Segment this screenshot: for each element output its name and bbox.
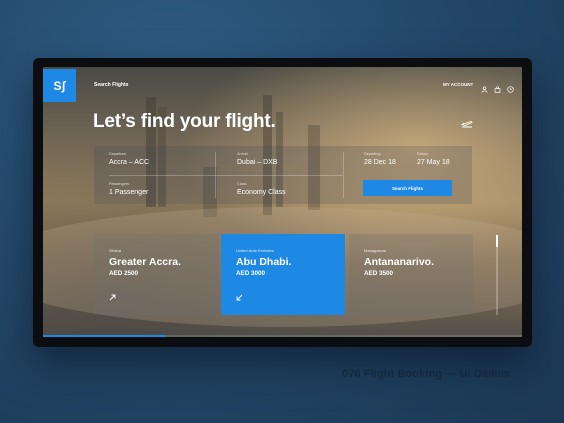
destination-card-accra[interactable]: Ghana Greater Accra. AED 2500	[94, 234, 219, 315]
departure-field[interactable]: Departure Accra – ACC	[109, 152, 149, 166]
departure-value[interactable]: Accra – ACC	[109, 159, 149, 166]
passengers-label: Passengers	[109, 182, 130, 186]
user-icon[interactable]	[481, 80, 488, 93]
destination-card-abu-dhabi[interactable]: United Arab Emirates Abu Dhabi. AED 3000	[221, 234, 345, 315]
destination-price: AED 3000	[236, 270, 266, 277]
arrow-up-right-icon[interactable]	[109, 294, 116, 301]
destination-city: Antananarivo.	[364, 256, 435, 268]
monitor-frame: Sʃ Search Flights MY ACCOUNT Let’s find …	[33, 58, 532, 347]
return-date-field[interactable]: Return 27 May 18	[417, 152, 450, 166]
brand-logo[interactable]: Sʃ	[43, 69, 76, 102]
departing-label: Departing	[364, 152, 381, 156]
class-field[interactable]: Class Economy Class	[237, 182, 286, 196]
departing-date-field[interactable]: Departing 28 Dec 18	[364, 152, 396, 166]
destination-country: Ghana	[109, 248, 122, 253]
clock-icon[interactable]	[507, 80, 514, 93]
departing-value[interactable]: 28 Dec 18	[364, 159, 396, 166]
destination-country: Madagascar	[364, 248, 387, 253]
return-label: Return	[417, 152, 429, 156]
destination-price: AED 2500	[109, 270, 139, 277]
divider	[343, 152, 344, 198]
search-flights-button[interactable]: Search Flights	[363, 180, 452, 196]
passengers-field[interactable]: Passengers 1 Passenger	[109, 182, 148, 196]
hero-title: Let’s find your flight.	[93, 111, 276, 132]
divider	[109, 175, 343, 176]
arrival-value[interactable]: Dubai – DXB	[237, 159, 277, 166]
app-screen: Sʃ Search Flights MY ACCOUNT Let’s find …	[43, 67, 522, 337]
arrival-field[interactable]: Arrival Dubai – DXB	[237, 152, 277, 166]
carousel-scroll-track[interactable]	[496, 247, 498, 315]
carousel-scroll-thumb[interactable]	[496, 235, 498, 247]
departure-label: Departure	[109, 152, 126, 156]
destination-price: AED 3500	[364, 270, 394, 277]
destination-country: United Arab Emirates	[236, 248, 274, 253]
destination-card-antananarivo[interactable]: Madagascar Antananarivo. AED 3500	[349, 234, 473, 315]
class-label: Class	[237, 182, 247, 186]
nav-search-flights[interactable]: Search Flights	[94, 82, 128, 88]
arrow-down-left-icon[interactable]	[236, 294, 243, 301]
return-value[interactable]: 27 May 18	[417, 159, 450, 166]
arrival-label: Arrival	[237, 152, 248, 156]
my-account-link[interactable]: MY ACCOUNT	[443, 82, 473, 87]
destination-city: Abu Dhabi.	[236, 256, 292, 268]
bag-icon[interactable]	[494, 80, 501, 93]
plane-departure-icon	[461, 120, 473, 128]
passengers-value[interactable]: 1 Passenger	[109, 189, 148, 196]
destination-city: Greater Accra.	[109, 256, 181, 268]
header-icons	[481, 80, 514, 93]
shot-caption: 076 Flight Booking — Ui Dailies	[342, 368, 511, 380]
class-value[interactable]: Economy Class	[237, 189, 286, 196]
page-progress-fill	[43, 335, 166, 337]
